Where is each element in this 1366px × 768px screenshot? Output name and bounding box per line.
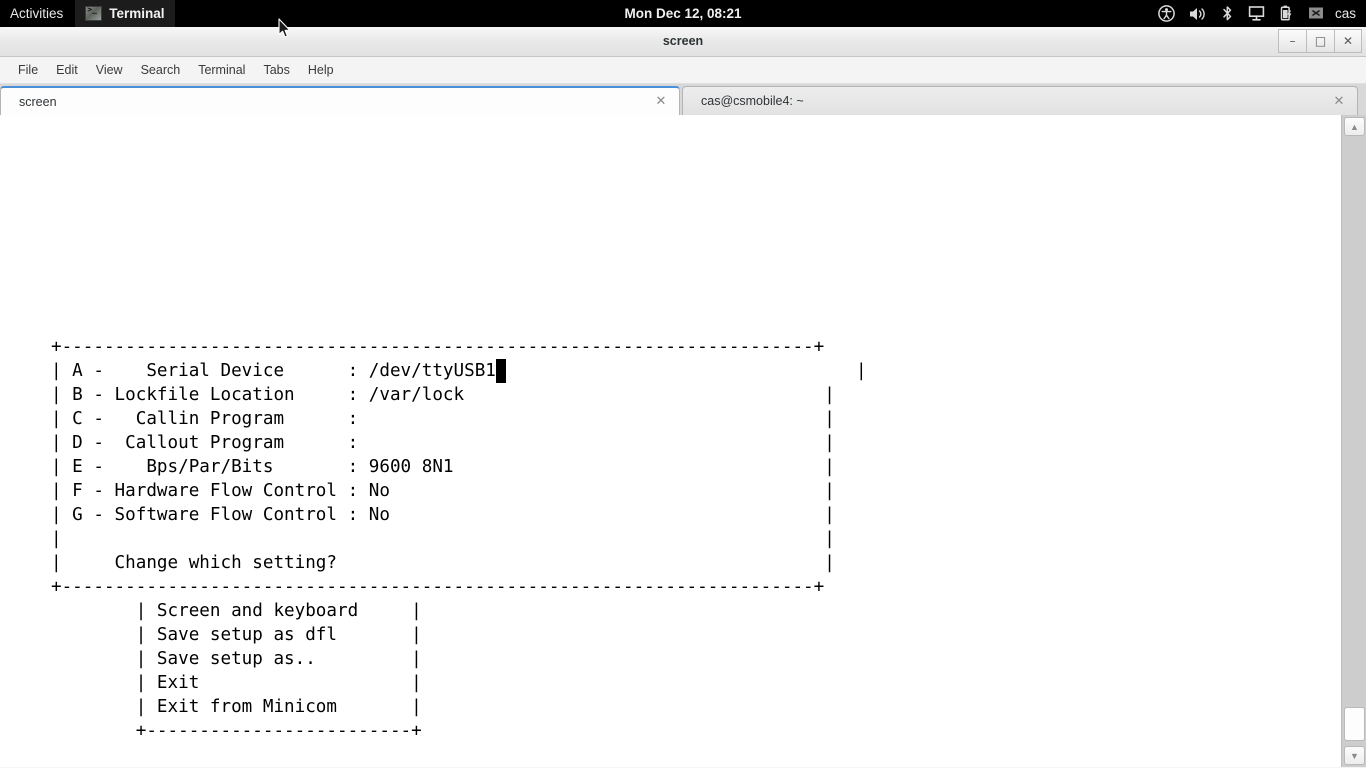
terminal-screen[interactable]: +---------------------------------------… — [0, 115, 1341, 767]
menubar: File Edit View Search Terminal Tabs Help — [0, 57, 1366, 84]
term-line-hardware-flow: | F - Hardware Flow Control : No | — [51, 481, 835, 501]
term-line-serial-device: | A - Serial Device : /dev/ttyUSB1 | — [51, 359, 867, 383]
term-line-border-top: +---------------------------------------… — [51, 337, 825, 357]
volume-icon[interactable] — [1189, 6, 1207, 22]
terminal-text: +---------------------------------------… — [51, 311, 867, 767]
app-indicator-label: Terminal — [109, 6, 165, 21]
scrollbar-up-icon[interactable]: ▲ — [1344, 117, 1365, 136]
status-area[interactable]: cas — [1158, 0, 1362, 27]
term-menu-item-exit[interactable]: | Exit | — [51, 671, 867, 695]
minimize-button[interactable]: – — [1278, 29, 1306, 53]
scrollbar-down-icon[interactable]: ▼ — [1344, 746, 1365, 765]
menu-terminal[interactable]: Terminal — [189, 59, 254, 81]
menu-help[interactable]: Help — [299, 59, 343, 81]
tab-cas-csmobile4-close-icon[interactable]: ✕ — [1331, 93, 1347, 109]
tab-screen-close-icon[interactable]: ✕ — [653, 94, 669, 110]
window-titlebar[interactable]: screen – □ ✕ — [0, 27, 1366, 57]
system-menu-icon[interactable] — [1308, 6, 1325, 21]
term-menu-item-save-setup-as[interactable]: | Save setup as.. | — [51, 647, 867, 671]
term-menu-item-save-setup-dfl[interactable]: | Save setup as dfl | — [51, 623, 867, 647]
menu-tabs[interactable]: Tabs — [254, 59, 298, 81]
close-button[interactable]: ✕ — [1334, 29, 1362, 53]
tab-cas-csmobile4-label: cas@csmobile4: ~ — [701, 94, 804, 108]
tab-bar: screen ✕ cas@csmobile4: ~ ✕ — [0, 84, 1366, 115]
terminal-scrollbar[interactable]: ▲ ▼ — [1341, 115, 1366, 767]
activities-button[interactable]: Activities — [0, 0, 75, 27]
term-line-serial-device-text: | A - Serial Device : /dev/ttyUSB1 — [51, 361, 496, 381]
battery-icon[interactable] — [1279, 5, 1294, 22]
menu-edit[interactable]: Edit — [47, 59, 87, 81]
menu-file[interactable]: File — [9, 59, 47, 81]
minimize-icon: – — [1289, 34, 1296, 48]
maximize-button[interactable]: □ — [1306, 29, 1334, 53]
term-line-callout: | D - Callout Program : | — [51, 433, 835, 453]
terminal-cursor — [495, 359, 507, 383]
terminal-window: screen – □ ✕ File Edit View Search Termi… — [0, 27, 1366, 768]
terminal-area: +---------------------------------------… — [0, 115, 1366, 767]
scrollbar-thumb[interactable] — [1344, 707, 1365, 741]
display-icon[interactable] — [1248, 5, 1265, 22]
menu-search[interactable]: Search — [132, 59, 190, 81]
term-line-lockfile: | B - Lockfile Location : /var/lock | — [51, 385, 835, 405]
terminal-icon — [85, 6, 103, 21]
app-indicator[interactable]: Terminal — [75, 0, 175, 27]
tab-screen-label: screen — [19, 94, 57, 109]
window-buttons: – □ ✕ — [1278, 29, 1362, 53]
term-line-bps: | E - Bps/Par/Bits : 9600 8N1 | — [51, 457, 835, 477]
term-menu-item-exit-minicom[interactable]: | Exit from Minicom | — [51, 695, 867, 719]
accessibility-icon[interactable] — [1158, 5, 1175, 22]
term-line-serial-device-pad: | — [506, 361, 867, 381]
username-label[interactable]: cas — [1335, 6, 1356, 21]
term-line-software-flow: | G - Software Flow Control : No | — [51, 505, 835, 525]
term-line-prompt: | Change which setting? | — [51, 553, 835, 573]
tab-screen[interactable]: screen ✕ — [0, 86, 680, 115]
gnome-top-bar: Activities Terminal Mon Dec 12, 08:21 — [0, 0, 1366, 27]
term-menu-item-screen-keyboard[interactable]: | Screen and keyboard | — [51, 599, 867, 623]
window-title: screen — [662, 34, 704, 48]
term-line-blank: | | — [51, 529, 835, 549]
tab-cas-csmobile4[interactable]: cas@csmobile4: ~ ✕ — [682, 86, 1358, 115]
close-icon: ✕ — [1342, 34, 1354, 48]
term-menu-border-bottom: +-------------------------+ — [51, 721, 422, 741]
term-line-border-bottom: +---------------------------------------… — [51, 577, 825, 597]
bluetooth-icon[interactable] — [1221, 5, 1234, 22]
term-line-callin: | C - Callin Program : | — [51, 409, 835, 429]
maximize-icon: □ — [1314, 34, 1327, 48]
menu-view[interactable]: View — [87, 59, 132, 81]
